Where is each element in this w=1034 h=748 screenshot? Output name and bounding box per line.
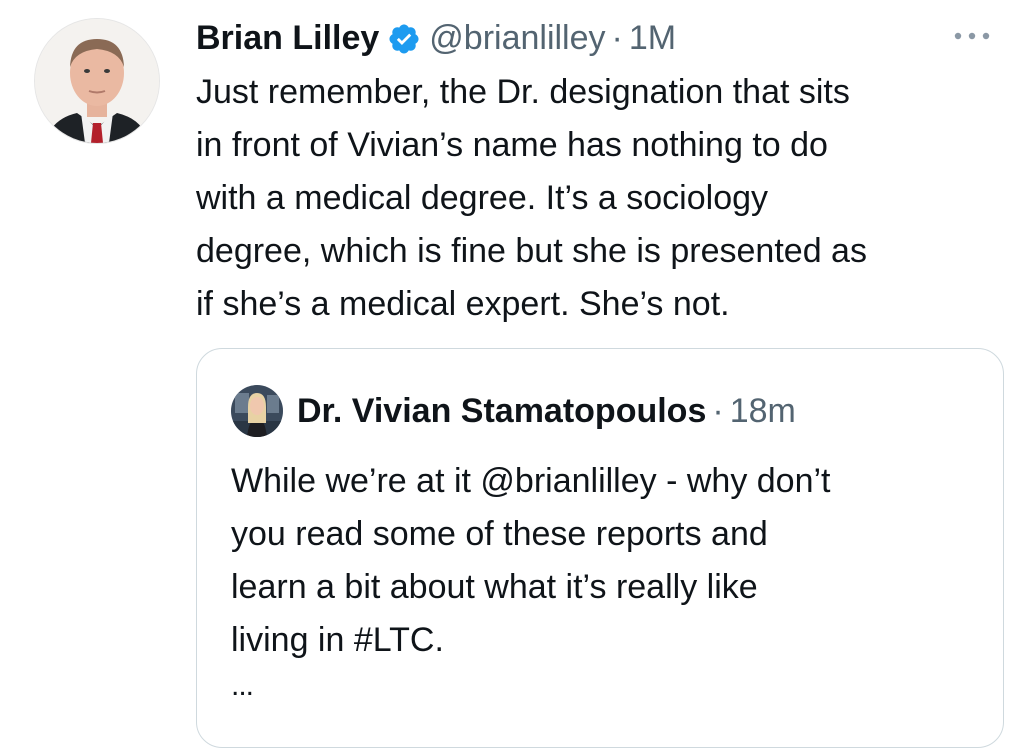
author-handle[interactable]: @brianlilley <box>429 14 605 62</box>
quoted-tweet-header: Dr. Vivian Stamatopoulos · 18m <box>231 385 796 437</box>
author-display-name[interactable]: Brian Lilley <box>196 14 379 62</box>
verified-badge-icon <box>387 21 421 55</box>
separator-dot: · <box>611 19 623 57</box>
tweet-text: Just remember, the Dr. designation that … <box>196 73 867 323</box>
quoted-tweet-timestamp[interactable]: 18m <box>730 392 796 431</box>
profile-photo-icon <box>231 385 283 437</box>
more-horizontal-icon <box>954 32 990 40</box>
quoted-author-display-name[interactable]: Dr. Vivian Stamatopoulos <box>297 392 706 431</box>
quoted-author-avatar[interactable] <box>231 385 283 437</box>
author-avatar[interactable] <box>34 18 160 144</box>
quoted-tweet-text: While we’re at it @brianlilley - why don… <box>231 462 831 659</box>
tweet-timestamp[interactable]: 1M <box>629 14 676 62</box>
tweet-header: Brian Lilley @brianlilley · 1M <box>196 14 676 62</box>
separator-dot: · <box>712 391 724 430</box>
truncation-ellipsis: ... <box>231 669 254 702</box>
quoted-tweet[interactable]: Dr. Vivian Stamatopoulos · 18m While we’… <box>196 348 1004 748</box>
more-options-button[interactable] <box>940 22 1004 50</box>
tweet[interactable]: Brian Lilley @brianlilley · 1M Just reme… <box>0 0 1034 748</box>
profile-photo-icon <box>35 19 159 143</box>
